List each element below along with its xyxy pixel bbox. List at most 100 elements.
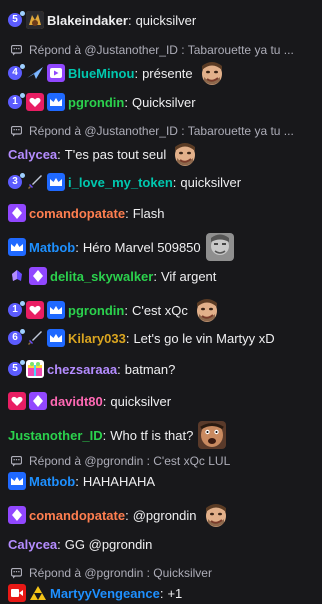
emote-icon[interactable] (171, 140, 199, 168)
sub-count-badge[interactable]: 1 (8, 301, 25, 317)
chat-message: comandopatate: Flash (0, 202, 322, 224)
name-separator: : (124, 94, 128, 110)
username[interactable]: Calycea (8, 537, 57, 552)
gem-icon[interactable] (29, 392, 47, 410)
chat-message: Matbob: HAHAHAHA (0, 470, 322, 492)
message-text: quicksilver (135, 12, 197, 28)
subscriber-badge[interactable] (26, 11, 44, 29)
username[interactable]: MartyyVengeance (50, 586, 160, 601)
sub-count-badge[interactable]: 1 (8, 93, 25, 109)
reply-icon (10, 455, 23, 467)
username[interactable]: comandopatate (29, 508, 125, 523)
sub-count-badge[interactable]: 5 (8, 360, 25, 376)
username[interactable]: delita_skywalker (50, 269, 153, 284)
username[interactable]: pgrondin (68, 303, 124, 318)
reply-context-line: Répond à @Justanother_ID : Tabarouette y… (0, 41, 322, 59)
name-separator: : (57, 146, 61, 162)
name-separator: : (153, 268, 157, 284)
message-text: batman? (124, 361, 176, 377)
name-separator: : (75, 473, 79, 489)
name-separator: : (172, 174, 177, 190)
reply-icon (10, 44, 23, 56)
name-separator: : (125, 205, 129, 221)
name-separator: : (57, 536, 61, 552)
chat-message: Calycea: T'es pas tout seul (0, 140, 322, 168)
chat-message: Calycea: GG @pgrondin (0, 533, 322, 555)
gift-icon[interactable] (26, 360, 44, 378)
message-text: T'es pas tout seul (64, 146, 167, 162)
chat-message: 1 pgrondin: C'est xQc (0, 296, 322, 324)
username[interactable]: Kilary033 (68, 331, 126, 346)
chat-message: 4 BlueMinou: présente (0, 59, 322, 87)
message-text: +1 (167, 585, 183, 601)
sword-icon[interactable] (26, 329, 44, 347)
emote-icon[interactable] (205, 233, 234, 261)
reply-text[interactable]: Répond à @Justanother_ID : Tabarouette y… (29, 43, 294, 57)
crown-icon[interactable] (47, 301, 65, 319)
crown-icon[interactable] (8, 472, 26, 490)
name-separator: : (75, 239, 79, 255)
sub-count-badge[interactable]: 6 (8, 329, 25, 345)
message-text: @pgrondin (132, 507, 197, 523)
username[interactable]: Calycea (8, 147, 57, 162)
reply-context-line: Répond à @pgrondin : C'est xQc LUL (0, 452, 322, 470)
message-text: C'est xQc (131, 302, 188, 318)
crown-icon[interactable] (47, 173, 65, 191)
triforce-icon[interactable] (29, 584, 47, 602)
chat-message: davidt80: quicksilver (0, 390, 322, 412)
reply-text[interactable]: Répond à @pgrondin : Quicksilver (29, 566, 212, 580)
message-text: Who tf is that? (110, 427, 194, 443)
reply-text[interactable]: Répond à @pgrondin : C'est xQc LUL (29, 454, 230, 468)
heart-icon[interactable] (26, 301, 44, 319)
reply-icon (10, 125, 23, 137)
gem-icon[interactable] (8, 506, 26, 524)
gem-icon[interactable] (29, 267, 47, 285)
username[interactable]: Justanother_ID (8, 428, 103, 443)
name-separator: : (102, 393, 107, 409)
emote-icon[interactable] (198, 59, 226, 87)
username[interactable]: chezsaraaa (47, 362, 117, 377)
username[interactable]: Blakeindaker (47, 13, 128, 28)
message-text: Vif argent (160, 268, 217, 284)
chat-message: MartyyVengeance: +1 (0, 582, 322, 604)
paper-plane-icon[interactable] (26, 64, 44, 82)
name-separator: : (127, 12, 132, 28)
message-text: Héro Marvel 509850 (82, 239, 201, 255)
crown-icon[interactable] (47, 329, 65, 347)
chat-message: 5 chezsaraaa: batman? (0, 358, 322, 380)
gem-icon[interactable] (8, 204, 26, 222)
sword-icon[interactable] (26, 173, 44, 191)
emote-icon[interactable] (202, 501, 230, 529)
message-text: présente (142, 65, 193, 81)
username[interactable]: pgrondin (68, 95, 124, 110)
username[interactable]: Matbob (29, 240, 75, 255)
name-separator: : (125, 507, 129, 523)
username[interactable]: comandopatate (29, 206, 125, 221)
reply-text[interactable]: Répond à @Justanother_ID : Tabarouette y… (29, 124, 294, 138)
crown-icon[interactable] (8, 238, 26, 256)
username[interactable]: davidt80 (50, 394, 103, 409)
reply-context-line: Répond à @Justanother_ID : Tabarouette y… (0, 122, 322, 140)
wing-badge-icon[interactable] (8, 267, 26, 285)
chat-message: 5 Blakeindaker: quicksilver (0, 9, 322, 31)
name-separator: : (125, 330, 130, 346)
message-text: quicksilver (180, 174, 242, 190)
message-text: Let's go le vin Martyy xD (133, 330, 275, 346)
video-icon[interactable] (8, 584, 26, 602)
sub-count-badge[interactable]: 3 (8, 173, 25, 189)
crown-icon[interactable] (47, 93, 65, 111)
sub-count-badge[interactable]: 5 (8, 11, 25, 27)
chat-message: 6 Kilary033: Let's go le vin Martyy xD (0, 327, 322, 349)
name-separator: : (124, 302, 128, 318)
username[interactable]: BlueMinou (68, 66, 134, 81)
sub-count-badge[interactable]: 4 (8, 64, 25, 80)
heart-icon[interactable] (8, 392, 26, 410)
username[interactable]: i_love_my_token (68, 175, 173, 190)
chat-message: 1 pgrondin: Quicksilver (0, 91, 322, 113)
emote-icon[interactable] (193, 296, 221, 324)
username[interactable]: Matbob (29, 474, 75, 489)
emote-icon[interactable] (198, 421, 227, 449)
heart-icon[interactable] (26, 93, 44, 111)
video-icon[interactable] (47, 64, 65, 82)
name-separator: : (102, 427, 107, 443)
